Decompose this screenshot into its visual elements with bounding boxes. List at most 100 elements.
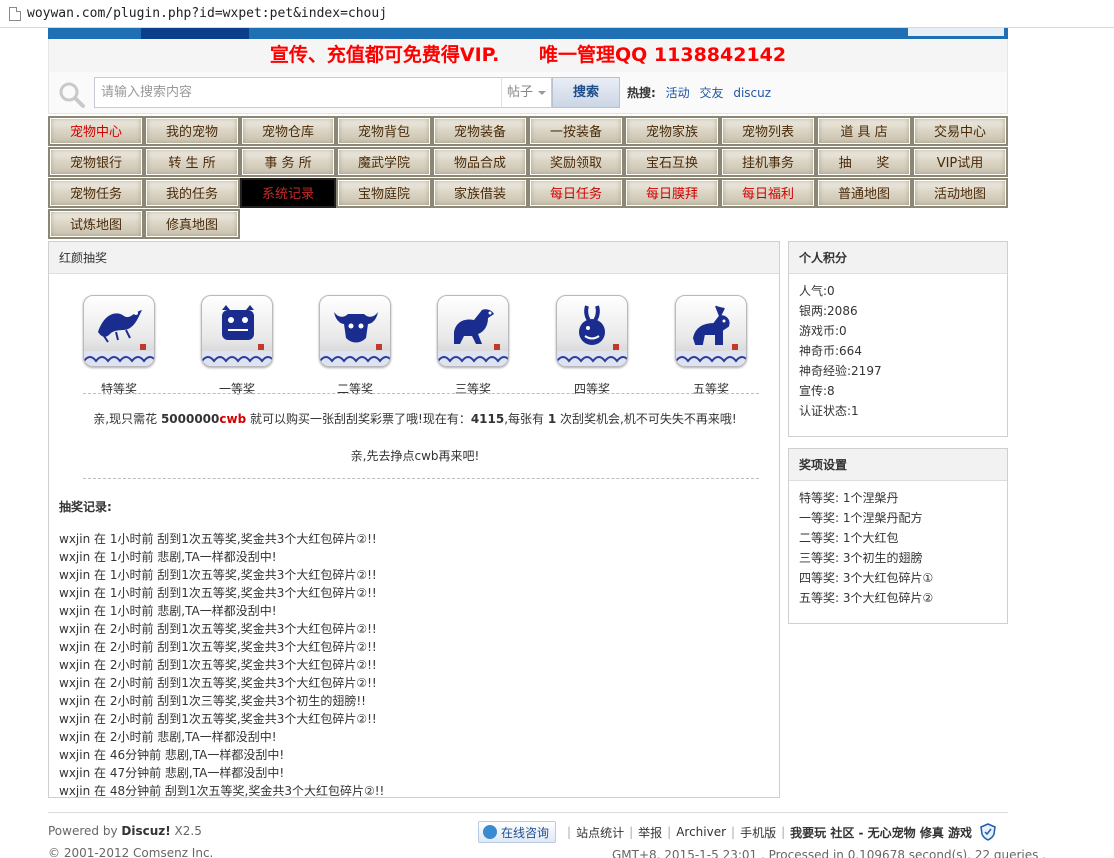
hot-link-social[interactable]: 交友 (699, 86, 723, 100)
nav-my-pet[interactable]: 我的宠物 (144, 116, 240, 146)
nav-pet-list[interactable]: 宠物列表 (720, 116, 816, 146)
records-title: 抽奖记录: (59, 500, 112, 514)
nav-vip-trial[interactable]: VIP试用 (912, 147, 1008, 177)
prize-third[interactable]: 三等奖 (437, 295, 509, 397)
nav-daily-task[interactable]: 每日任务 (528, 178, 624, 208)
prize-label: 二等奖 (336, 382, 373, 396)
nav-treasure-yard[interactable]: 宝物庭院 (336, 178, 432, 208)
nav-one-click-equip[interactable]: 一按装备 (528, 116, 624, 146)
nav-pet-center[interactable]: 宠物中心 (48, 116, 144, 146)
record-row: wxjin 在 2小时前 刮到1次五等奖,奖金共3个大红包碎片②!! (59, 712, 377, 726)
record-row: wxjin 在 2小时前 刮到1次五等奖,奖金共3个大红包碎片②!! (59, 622, 377, 636)
search-bar: 请输入搜索内容 帖子 搜索 热搜: 活动 交友 discuz (48, 72, 1008, 114)
prize-fourth[interactable]: 四等奖 (556, 295, 628, 397)
score-item: 神奇经验:2197 (799, 364, 882, 378)
prize-second[interactable]: 二等奖 (319, 295, 391, 397)
url-text[interactable]: woywan.com/plugin.php?id=wxpet:pet&index… (27, 6, 387, 21)
powered-text: Powered by (48, 824, 122, 838)
search-button[interactable]: 搜索 (552, 77, 620, 108)
nav-pet-bank[interactable]: 宠物银行 (48, 147, 144, 177)
stats-link[interactable]: 站点统计 (576, 824, 624, 841)
prize-fifth[interactable]: 五等奖 (675, 295, 747, 397)
nav-daily-welfare[interactable]: 每日福利 (720, 178, 816, 208)
archiver-link[interactable]: Archiver (676, 825, 726, 839)
horse-icon (437, 295, 509, 367)
hot-search-label: 热搜: (627, 86, 656, 100)
divider (83, 478, 759, 479)
award-item: 五等奖: 3个大红包碎片② (799, 591, 934, 605)
search-icon (59, 82, 85, 108)
purchase-message: 亲,现只需花 5000000cwb 就可以购买一张刮刮奖彩票了哦!现在有：411… (49, 410, 779, 427)
nav-lottery[interactable]: 抽 奖 (816, 147, 912, 177)
nav-family-borrow[interactable]: 家族借装 (432, 178, 528, 208)
nav-normal-map[interactable]: 普通地图 (816, 178, 912, 208)
score-item: 宣传:8 (799, 384, 835, 398)
page-icon (9, 6, 21, 21)
nav-pet-warehouse[interactable]: 宠物仓库 (240, 116, 336, 146)
mobile-link[interactable]: 手机版 (740, 824, 776, 841)
server-info: GMT+8, 2015-1-5 23:01 , Processed in 0.1… (612, 848, 1047, 858)
nav-idle-affairs[interactable]: 挂机事务 (720, 147, 816, 177)
award-item: 一等奖: 1个涅槃丹配方 (799, 511, 923, 525)
nav-rebirth[interactable]: 转 生 所 (144, 147, 240, 177)
online-consult-label: 在线咨询 (501, 825, 550, 840)
score-title: 个人积分 (789, 242, 1007, 274)
nav-pet-equip[interactable]: 宠物装备 (432, 116, 528, 146)
score-panel: 个人积分 人气:0 银两:2086 游戏币:0 神奇币:664 神奇经验:219… (788, 241, 1008, 437)
award-item: 三等奖: 3个初生的翅膀 (799, 551, 923, 565)
nav-synthesis[interactable]: 物品合成 (432, 147, 528, 177)
tiger-icon (201, 295, 273, 367)
search-type-select[interactable]: 帖子 (501, 77, 552, 108)
score-item: 人气:0 (799, 284, 835, 298)
nav-office[interactable]: 事 务 所 (240, 147, 336, 177)
address-bar[interactable]: woywan.com/plugin.php?id=wxpet:pet&index… (0, 0, 1114, 28)
nav-daily-worship[interactable]: 每日膜拜 (624, 178, 720, 208)
chat-icon (483, 825, 497, 839)
msg-text: 就可以购买一张刮刮奖彩票了哦!现在有： (246, 412, 471, 426)
nav-my-task[interactable]: 我的任务 (144, 178, 240, 208)
nav-system-log[interactable]: 系统记录 (240, 178, 336, 208)
discuz-link[interactable]: Discuz! (121, 824, 170, 838)
search-input[interactable]: 请输入搜索内容 (94, 77, 504, 108)
record-row: wxjin 在 48分钟前 刮到1次五等奖,奖金共3个大红包碎片②!! (59, 784, 385, 798)
nav-event-map[interactable]: 活动地图 (912, 178, 1008, 208)
nav-gem-exchange[interactable]: 宝石互换 (624, 147, 720, 177)
footer-divider (48, 812, 1008, 813)
nav-academy[interactable]: 魔武学院 (336, 147, 432, 177)
nav-trial-map[interactable]: 试炼地图 (48, 209, 144, 239)
nav-item-shop[interactable]: 道 具 店 (816, 116, 912, 146)
nav-pet-family[interactable]: 宠物家族 (624, 116, 720, 146)
banner-box (908, 28, 1004, 36)
divider (83, 393, 759, 394)
nav-pet-bag[interactable]: 宠物背包 (336, 116, 432, 146)
record-row: wxjin 在 2小时前 刮到1次五等奖,奖金共3个大红包碎片②!! (59, 676, 377, 690)
lottery-panel: 红颜抽奖 特等奖 一等奖 二等奖 三等奖 四等奖 五等奖 亲,现只需花 5000… (48, 241, 780, 798)
prize-first[interactable]: 一等奖 (201, 295, 273, 397)
ox-icon (319, 295, 391, 367)
award-item: 特等奖: 1个涅槃丹 (799, 491, 899, 505)
nav-claim-reward[interactable]: 奖励领取 (528, 147, 624, 177)
nav-pet-task[interactable]: 宠物任务 (48, 178, 144, 208)
cwb-unit: cwb (219, 412, 247, 426)
hot-link-discuz[interactable]: discuz (733, 86, 771, 100)
record-row: wxjin 在 1小时前 刮到1次五等奖,奖金共3个大红包碎片②!! (59, 532, 377, 546)
msg-text: 次刮奖机会,机不可失失不再来哦! (556, 412, 737, 426)
chance-count: 1 (547, 412, 557, 426)
nav-cultivation-map[interactable]: 修真地图 (144, 209, 240, 239)
rabbit-icon (556, 295, 628, 367)
online-consult-button[interactable]: 在线咨询 (478, 821, 557, 843)
records-list: wxjin 在 1小时前 刮到1次五等奖,奖金共3个大红包碎片②!! wxjin… (59, 530, 759, 798)
dragon-icon (83, 295, 155, 367)
site-link[interactable]: 我要玩 社区 - 无心宠物 修真 游戏 (790, 824, 972, 841)
prize-label: 一等奖 (218, 382, 255, 396)
hot-link-activity[interactable]: 活动 (666, 86, 690, 100)
hot-search: 热搜: 活动 交友 discuz (627, 72, 777, 114)
report-link[interactable]: 举报 (638, 824, 662, 841)
header-banner (48, 28, 1008, 39)
prize-label: 四等奖 (573, 382, 610, 396)
record-row: wxjin 在 1小时前 刮到1次五等奖,奖金共3个大红包碎片②!! (59, 586, 377, 600)
prize-special[interactable]: 特等奖 (83, 295, 155, 397)
current-balance: 4115 (470, 412, 505, 426)
nav-trade-center[interactable]: 交易中心 (912, 116, 1008, 146)
search-type-label: 帖子 (507, 85, 534, 100)
